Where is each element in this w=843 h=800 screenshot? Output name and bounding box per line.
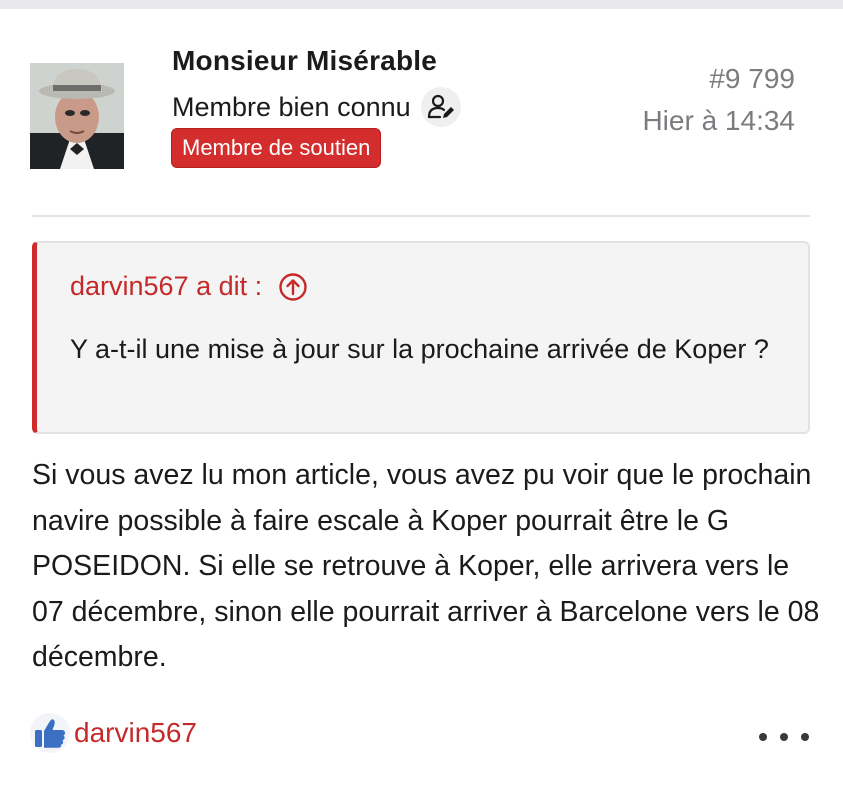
more-dots-icon — [780, 733, 788, 741]
reaction-users[interactable]: darvin567 — [74, 717, 197, 749]
author-title: Membre bien connu — [172, 91, 411, 122]
thumbs-up-icon[interactable] — [30, 713, 70, 753]
more-dots-icon — [759, 733, 767, 741]
post-number[interactable]: #9 799 — [709, 63, 795, 95]
quote-text: Y a-t-il une mise à jour sur la prochain… — [70, 334, 769, 364]
quote-header[interactable]: darvin567 a dit : — [70, 271, 308, 302]
more-options-button[interactable] — [759, 723, 809, 751]
avatar-photo — [30, 63, 124, 169]
author-title-row: Membre bien connu — [172, 87, 461, 127]
more-dots-icon — [801, 733, 809, 741]
post-time[interactable]: Hier à 14:34 — [642, 105, 795, 137]
arrow-up-circle-icon[interactable] — [278, 272, 308, 302]
author-name[interactable]: Monsieur Misérable — [172, 45, 437, 77]
supporter-badge: Membre de soutien — [171, 128, 382, 168]
avatar[interactable] — [30, 63, 124, 169]
forum-post: Monsieur Misérable Membre bien connu Mem… — [0, 9, 843, 800]
reactions-bar[interactable]: darvin567 — [30, 713, 197, 753]
quote-author[interactable]: darvin567 a dit : — [70, 271, 262, 302]
post-body: Si vous avez lu mon article, vous avez p… — [32, 459, 820, 673]
quote-block: darvin567 a dit : Y a-t-il une mise à jo… — [32, 241, 810, 434]
user-edit-icon — [420, 87, 461, 127]
top-bar — [0, 0, 843, 9]
header-divider — [32, 215, 810, 217]
